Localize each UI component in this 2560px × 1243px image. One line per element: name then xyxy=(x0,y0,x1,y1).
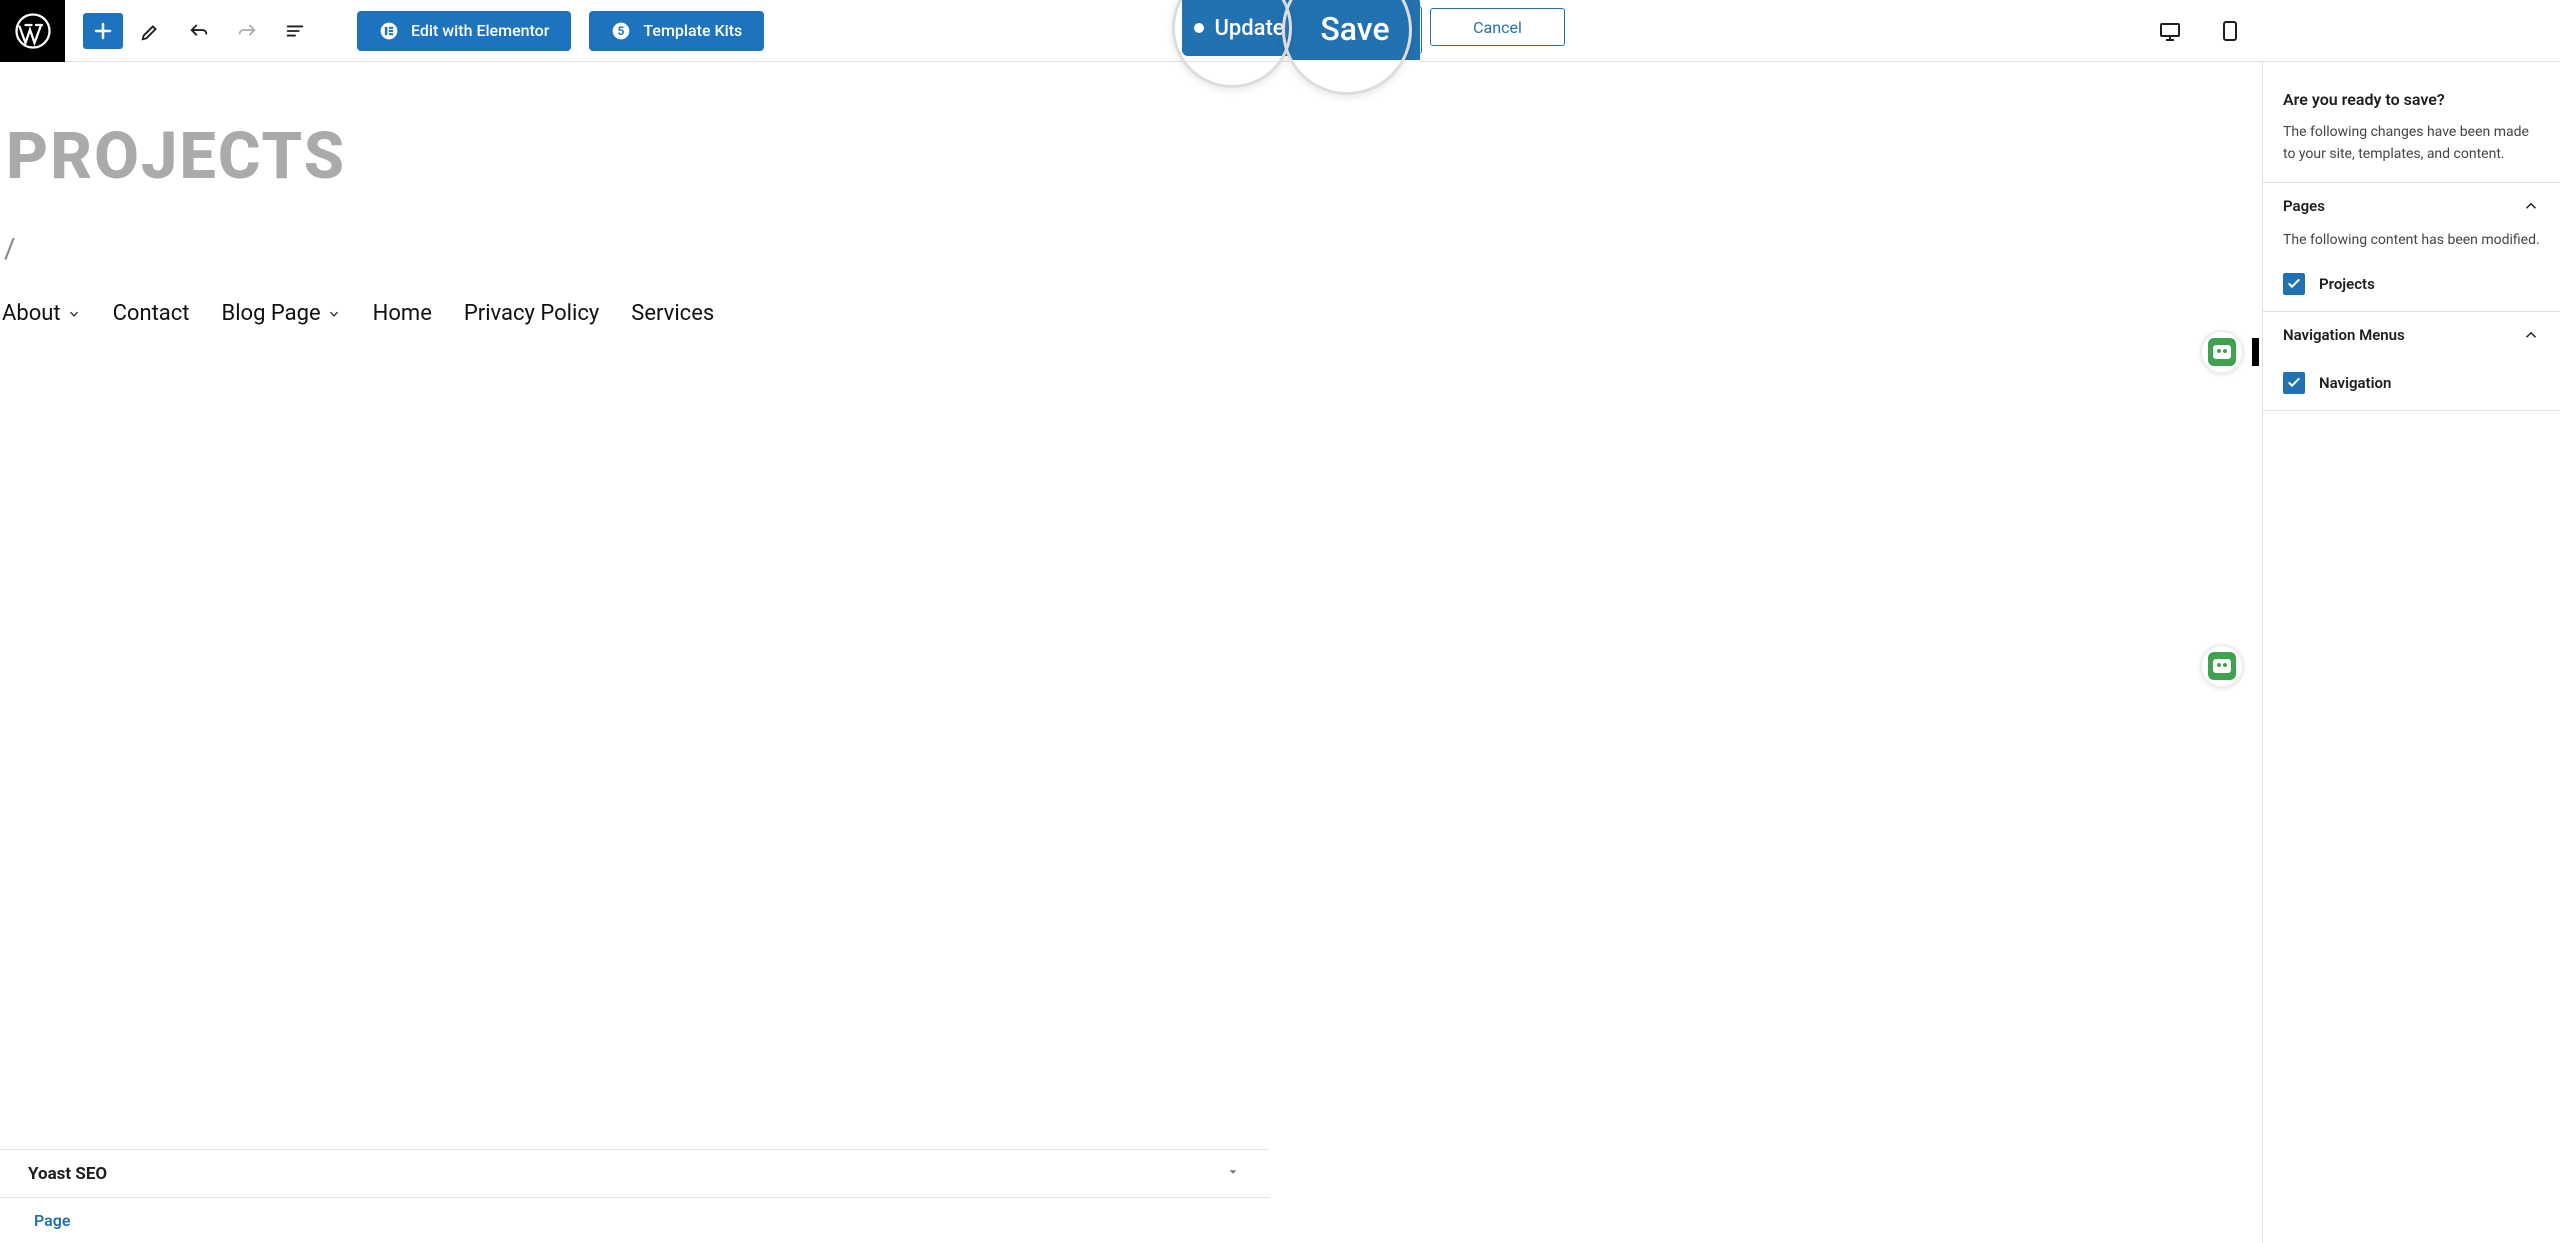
template-icon: 5 xyxy=(611,21,631,41)
pencil-icon xyxy=(140,20,162,42)
nav-item-row: Navigation xyxy=(2263,358,2560,410)
svg-text:5: 5 xyxy=(618,24,625,38)
redo-icon xyxy=(236,20,258,42)
wordpress-logo[interactable] xyxy=(0,0,65,62)
elementor-icon xyxy=(379,21,399,41)
nav-menus-title: Navigation Menus xyxy=(2283,326,2405,344)
block-inserter-slash[interactable]: / xyxy=(0,194,2262,265)
page-tab[interactable]: Page xyxy=(0,1197,1270,1243)
nav-item-home[interactable]: Home xyxy=(373,301,432,326)
list-icon xyxy=(284,20,306,42)
update-label: Update xyxy=(1214,16,1284,41)
edit-with-elementor-button[interactable]: Edit with Elementor xyxy=(357,11,571,51)
yoast-seo-panel[interactable]: Yoast SEO xyxy=(0,1149,1268,1197)
nav-label: Services xyxy=(631,301,714,326)
unsaved-dot-icon xyxy=(1194,23,1204,33)
editor-canvas[interactable]: PROJECTS / About Contact Blog Page Home … xyxy=(0,62,2262,1243)
projects-checkbox[interactable] xyxy=(2283,273,2305,295)
redo-button[interactable] xyxy=(227,13,267,49)
chevron-up-icon xyxy=(2522,197,2540,215)
update-button[interactable]: Update xyxy=(1182,0,1297,56)
check-icon xyxy=(2286,276,2302,292)
document-overview-button[interactable] xyxy=(275,13,315,49)
nav-item-about[interactable]: About xyxy=(2,301,81,326)
template-kits-button[interactable]: 5 Template Kits xyxy=(589,11,764,51)
cancel-button[interactable]: Cancel xyxy=(1430,8,1565,46)
navigation-menu: About Contact Blog Page Home Privacy Pol… xyxy=(0,265,2262,326)
triangle-down-icon xyxy=(1226,1165,1240,1179)
navigation-checkbox[interactable] xyxy=(2283,372,2305,394)
resize-handle[interactable] xyxy=(2252,338,2259,366)
tablet-view-button[interactable] xyxy=(2210,11,2250,51)
pages-item-row: Projects xyxy=(2263,267,2560,311)
nav-item-privacy-policy[interactable]: Privacy Policy xyxy=(464,301,599,326)
navigation-label: Navigation xyxy=(2319,374,2391,392)
check-icon xyxy=(2286,375,2302,391)
yoast-title: Yoast SEO xyxy=(28,1164,107,1184)
add-block-button[interactable] xyxy=(83,13,123,49)
chevron-down-icon xyxy=(327,307,341,321)
template-kits-label: Template Kits xyxy=(643,21,742,40)
undo-icon xyxy=(188,20,210,42)
main-area: PROJECTS / About Contact Blog Page Home … xyxy=(0,62,2560,1243)
assistant-badge-2[interactable] xyxy=(2200,644,2244,688)
nav-item-services[interactable]: Services xyxy=(631,301,714,326)
nav-label: About xyxy=(2,301,61,326)
save-prompt-section: Are you ready to save? The following cha… xyxy=(2263,62,2560,182)
topbar-right xyxy=(2150,0,2260,62)
save-button[interactable]: Save xyxy=(1290,0,1420,64)
yoast-collapse[interactable] xyxy=(1226,1164,1240,1183)
undo-button[interactable] xyxy=(179,13,219,49)
nav-label: Privacy Policy xyxy=(464,301,599,326)
nav-label: Contact xyxy=(113,301,190,326)
cancel-label: Cancel xyxy=(1473,18,1522,37)
page-title[interactable]: PROJECTS xyxy=(0,62,2262,194)
elementor-button-label: Edit with Elementor xyxy=(411,21,549,40)
wordpress-icon xyxy=(15,13,51,49)
tablet-icon xyxy=(2218,19,2242,43)
editor-tools xyxy=(83,13,315,49)
plus-icon xyxy=(91,19,115,43)
robot-icon xyxy=(2208,338,2236,366)
save-label: Save xyxy=(1320,10,1389,48)
edit-tool[interactable] xyxy=(131,13,171,49)
divider xyxy=(2263,410,2560,411)
desktop-view-button[interactable] xyxy=(2150,11,2190,51)
assistant-badge[interactable] xyxy=(2200,330,2244,374)
pages-section-body: The following content has been modified. xyxy=(2263,229,2560,267)
nav-label: Home xyxy=(373,301,432,326)
chevron-down-icon xyxy=(67,307,81,321)
nav-item-blog-page[interactable]: Blog Page xyxy=(221,301,340,326)
save-sidebar: Are you ready to save? The following cha… xyxy=(2262,62,2560,1243)
projects-label: Projects xyxy=(2319,275,2375,293)
page-tab-label: Page xyxy=(34,1211,70,1230)
chevron-up-icon xyxy=(2522,326,2540,344)
pages-desc: The following content has been modified. xyxy=(2283,229,2540,251)
nav-label: Blog Page xyxy=(221,301,320,326)
pages-title: Pages xyxy=(2283,197,2325,215)
save-prompt-text: The following changes have been made to … xyxy=(2283,121,2540,166)
nav-item-contact[interactable]: Contact xyxy=(113,301,190,326)
desktop-icon xyxy=(2158,19,2182,43)
nav-menus-section-header[interactable]: Navigation Menus xyxy=(2263,312,2560,358)
robot-icon xyxy=(2208,652,2236,680)
save-prompt-heading: Are you ready to save? xyxy=(2283,90,2540,109)
pages-section-header[interactable]: Pages xyxy=(2263,183,2560,229)
elementor-buttons: Edit with Elementor 5 Template Kits xyxy=(357,11,764,51)
